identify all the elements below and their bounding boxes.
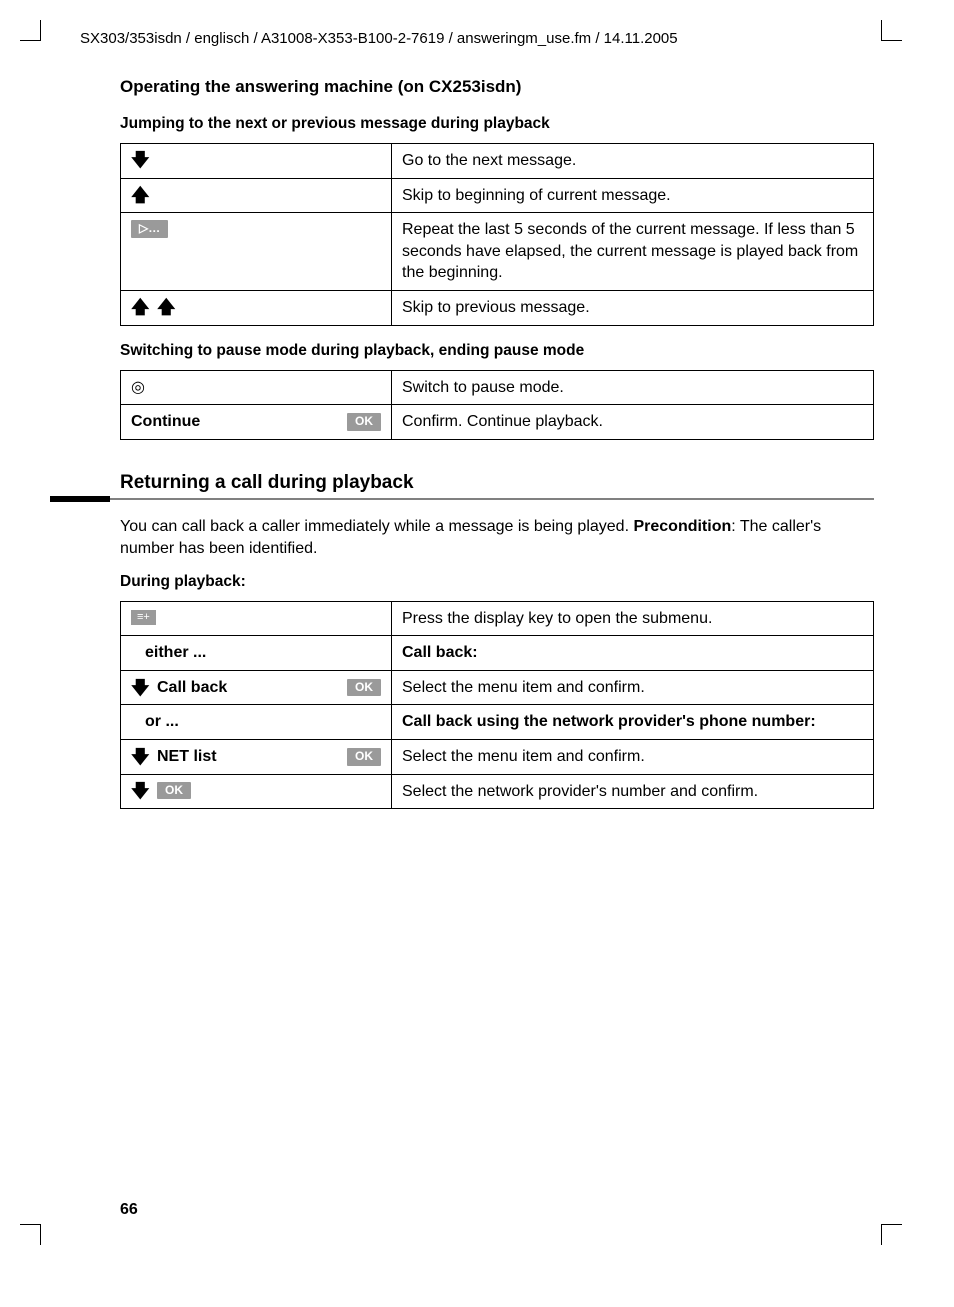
table-row: 🡅 🡅 Skip to previous message.: [121, 290, 874, 325]
doc-path-header: SX303/353isdn / englisch / A31008-X353-B…: [80, 30, 874, 47]
arrow-down-icon: 🡇: [131, 782, 149, 800]
or-label: or ...: [145, 711, 179, 733]
crop-mark-icon: [881, 20, 902, 41]
arrow-up-icon: 🡅: [131, 186, 149, 204]
arrow-down-icon: 🡇: [131, 748, 149, 766]
crop-mark-icon: [881, 1224, 902, 1245]
table-row: 🡇 OK Select the network provider's numbe…: [121, 774, 874, 809]
arrow-up-icon: 🡅: [157, 298, 175, 316]
step-description: Go to the next message.: [392, 144, 874, 179]
continue-label: Continue: [131, 411, 200, 433]
subsection-heading: Switching to pause mode during playback,…: [120, 342, 874, 360]
menu-softkey-icon: ≡+: [131, 610, 156, 625]
page-number: 66: [120, 1201, 138, 1219]
paragraph: You can call back a caller immediately w…: [120, 516, 874, 561]
arrow-down-icon: 🡇: [131, 679, 149, 697]
section-rule-icon: [120, 496, 874, 502]
paragraph-text: You can call back a caller immediately w…: [120, 518, 633, 535]
step-description: Call back using the network provider's p…: [392, 705, 874, 740]
table-row: 🡇 NET list OK Select the menu item and c…: [121, 739, 874, 774]
during-playback-label: During playback:: [120, 573, 874, 591]
table-row: ≡+ Press the display key to open the sub…: [121, 601, 874, 636]
section-heading: Returning a call during playback: [120, 472, 874, 494]
pause-table: ◎ Switch to pause mode. Continue OK Conf…: [120, 370, 874, 440]
step-description: Call back:: [392, 636, 874, 671]
either-label: either ...: [145, 642, 206, 664]
menu-item-label: NET list: [157, 746, 217, 768]
playback-nav-table: 🡇 Go to the next message. 🡅 Skip to begi…: [120, 143, 874, 326]
menu-item-label: Call back: [157, 677, 227, 699]
precondition-label: Precondition: [633, 518, 731, 535]
table-row: 🡅 Skip to beginning of current message.: [121, 178, 874, 213]
answering-machine-icon: ◎: [131, 377, 145, 399]
arrow-down-icon: 🡇: [131, 151, 149, 169]
table-row: either ... Call back:: [121, 636, 874, 671]
step-description: Select the network provider's number and…: [392, 774, 874, 809]
crop-mark-icon: [20, 20, 41, 41]
step-description: Press the display key to open the submen…: [392, 601, 874, 636]
content-area: Operating the answering machine (on CX25…: [120, 77, 874, 809]
ok-softkey-icon: OK: [157, 782, 191, 800]
subsection-heading: Jumping to the next or previous message …: [120, 115, 874, 133]
step-description: Skip to beginning of current message.: [392, 178, 874, 213]
arrow-up-icon: 🡅: [131, 298, 149, 316]
page-title: Operating the answering machine (on CX25…: [120, 77, 874, 97]
step-description: Select the menu item and confirm.: [392, 670, 874, 705]
step-description: Confirm. Continue playback.: [392, 405, 874, 440]
step-description: Skip to previous message.: [392, 290, 874, 325]
table-row: 🡇 Go to the next message.: [121, 144, 874, 179]
table-row: Continue OK Confirm. Continue playback.: [121, 405, 874, 440]
step-description: Switch to pause mode.: [392, 370, 874, 405]
repeat-key-icon: ▷…: [131, 220, 168, 238]
crop-mark-icon: [20, 1224, 41, 1245]
table-row: 🡇 Call back OK Select the menu item and …: [121, 670, 874, 705]
step-description: Repeat the last 5 seconds of the current…: [392, 213, 874, 291]
ok-softkey-icon: OK: [347, 413, 381, 431]
table-row: ▷… Repeat the last 5 seconds of the curr…: [121, 213, 874, 291]
table-row: or ... Call back using the network provi…: [121, 705, 874, 740]
page: SX303/353isdn / englisch / A31008-X353-B…: [0, 0, 954, 1307]
callback-table: ≡+ Press the display key to open the sub…: [120, 601, 874, 810]
table-row: ◎ Switch to pause mode.: [121, 370, 874, 405]
step-description: Select the menu item and confirm.: [392, 739, 874, 774]
ok-softkey-icon: OK: [347, 679, 381, 697]
ok-softkey-icon: OK: [347, 748, 381, 766]
